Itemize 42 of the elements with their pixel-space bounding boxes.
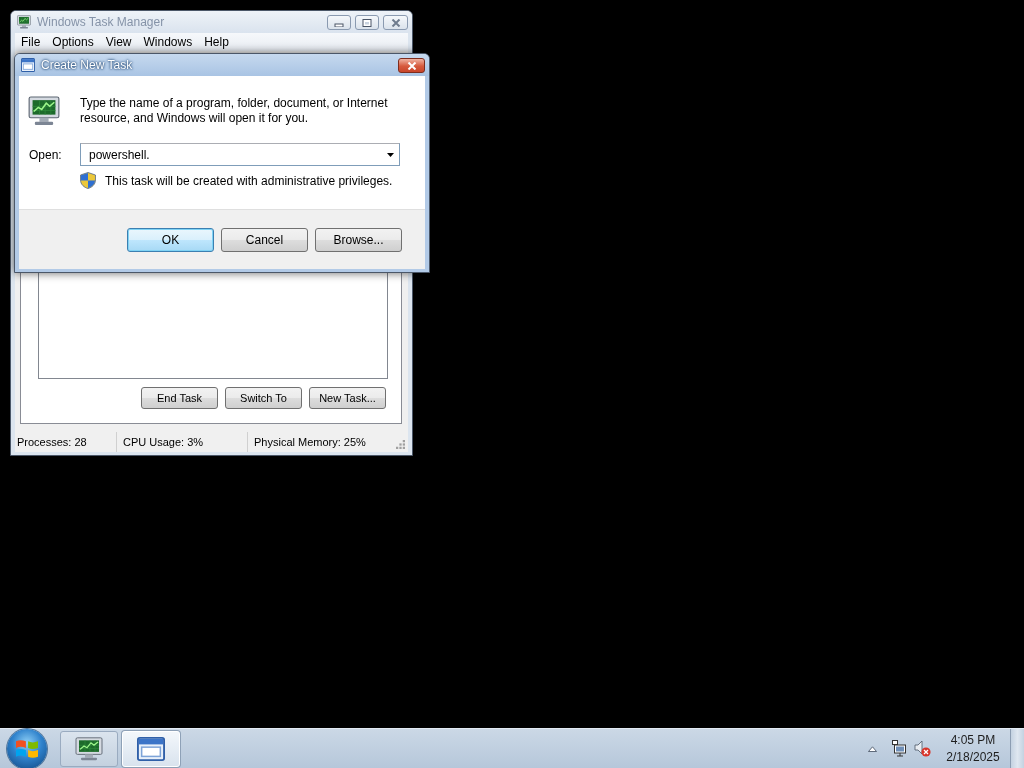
clock-time[interactable]: 4:05 PM — [950, 731, 996, 749]
menu-item[interactable]: View — [99, 34, 138, 50]
cpu-usage: CPU Usage: 3% — [123, 436, 204, 448]
menu-item[interactable]: Help — [198, 34, 235, 50]
browse-button[interactable]: Browse... — [315, 228, 402, 252]
network-icon[interactable] — [892, 740, 906, 757]
start-button[interactable] — [7, 728, 47, 768]
open-label: Open: — [29, 147, 63, 162]
ok-button[interactable]: OK — [127, 228, 214, 252]
resize-grip[interactable] — [396, 440, 405, 449]
monitor-icon — [75, 736, 103, 761]
end-task-button[interactable]: End Task — [141, 387, 218, 409]
window-title: Windows Task Manager — [37, 15, 166, 29]
privilege-note: This task will be created with administrative privileges. — [105, 173, 393, 188]
monitor-icon — [28, 96, 60, 126]
flag-icon — [16, 738, 38, 759]
menu-item[interactable]: Options — [46, 34, 100, 50]
monitor-icon — [17, 15, 31, 29]
clock-date[interactable]: 2/18/2025 — [946, 748, 1000, 766]
switch-to-button[interactable]: Switch To — [225, 387, 302, 409]
maximize-icon — [362, 18, 372, 27]
close-icon — [390, 18, 401, 27]
menu-item[interactable]: File — [15, 34, 47, 50]
process-count: Processes: 28 — [17, 436, 87, 448]
up-arrow-icon[interactable] — [868, 745, 877, 752]
close-button[interactable] — [398, 58, 425, 73]
new-task-button[interactable]: New Task... — [309, 387, 386, 409]
window-title: Create New Task — [41, 58, 134, 72]
maximize-button[interactable] — [355, 15, 379, 30]
caret-icon[interactable] — [387, 152, 394, 157]
shield-icon — [80, 172, 96, 189]
close-icon — [406, 61, 417, 70]
cancel-button[interactable]: Cancel — [221, 228, 308, 252]
taskbar-button[interactable] — [60, 730, 118, 767]
speaker-icon[interactable] — [914, 740, 931, 757]
close-button[interactable] — [383, 15, 408, 30]
window-icon — [137, 736, 165, 761]
open-combobox[interactable]: powershell. — [80, 143, 400, 166]
memory-usage: Physical Memory: 25% — [254, 436, 366, 448]
menu-item[interactable]: Windows — [137, 34, 199, 50]
instruction-text: Type the name of a program, folder, document, or Internet resource, and Windows will open it for you. — [80, 96, 389, 126]
window-icon — [21, 58, 35, 72]
